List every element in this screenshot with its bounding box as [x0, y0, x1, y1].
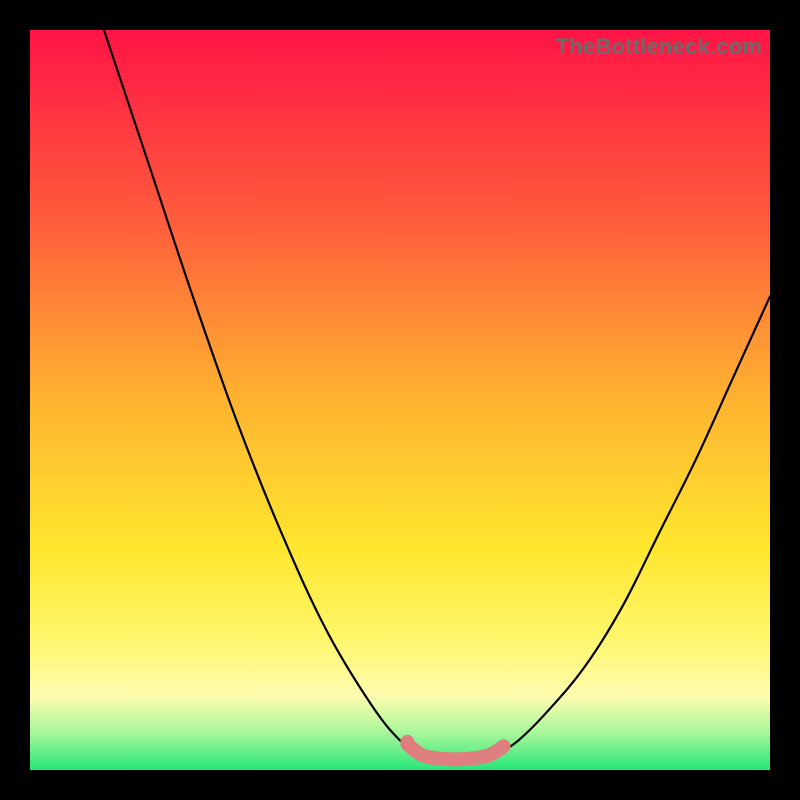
left-curve — [104, 30, 422, 755]
valley-marker — [407, 744, 503, 759]
chart-plot — [30, 30, 770, 770]
valley-dot — [400, 735, 414, 749]
right-curve — [496, 296, 770, 755]
chart-frame: TheBottleneck.com — [30, 30, 770, 770]
